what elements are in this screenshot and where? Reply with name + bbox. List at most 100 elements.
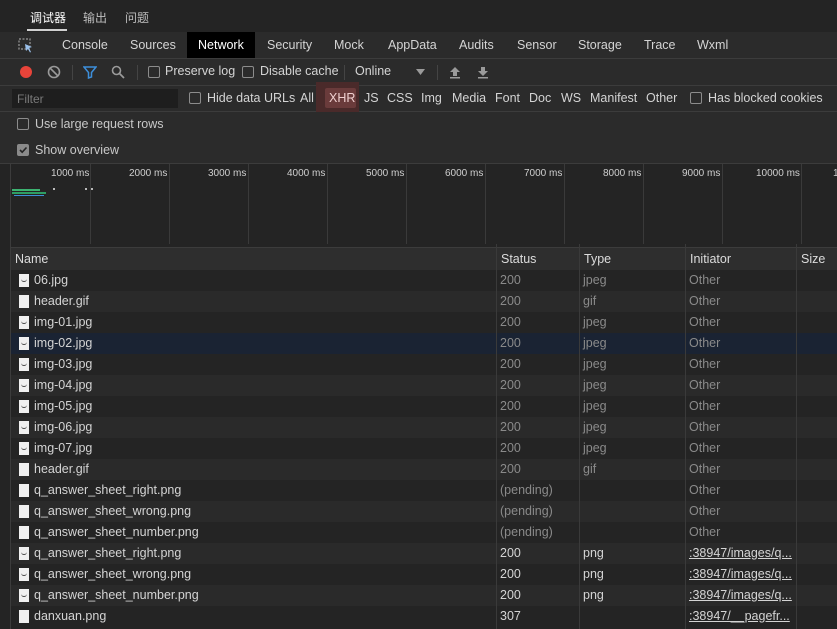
tab-mock[interactable]: Mock — [323, 32, 375, 58]
table-row[interactable]: danxuan.png 307:38947/__pagefr... — [11, 606, 837, 627]
tab-network[interactable]: Network — [187, 32, 255, 58]
filter-type-doc[interactable]: Doc — [529, 91, 551, 105]
cell-type: jpeg — [583, 315, 607, 329]
tab-debugger[interactable]: 调试器 — [30, 9, 66, 26]
cell-status: 200 — [500, 315, 521, 329]
filter-type-media[interactable]: Media — [452, 91, 486, 105]
tab-problems[interactable]: 问题 — [125, 9, 149, 26]
filter-icon[interactable] — [83, 65, 97, 79]
inspect-element-icon[interactable] — [18, 38, 34, 53]
cell-status: (pending) — [500, 483, 553, 497]
preserve-log-checkbox[interactable] — [148, 66, 160, 78]
image-file-icon — [19, 568, 29, 581]
cell-initiator: Other — [689, 399, 721, 413]
tab-sources[interactable]: Sources — [119, 32, 187, 58]
column-size[interactable]: Size — [796, 248, 837, 271]
overview-tick: 1 — [833, 168, 837, 179]
cell-name: img-05.jpg — [34, 399, 93, 413]
table-row[interactable]: header.gif 200 gif Other — [11, 291, 837, 312]
cell-initiator[interactable]: :38947/images/q... — [685, 564, 796, 585]
cell-name: img-07.jpg — [34, 441, 93, 455]
tab-wxml[interactable]: Wxml — [686, 32, 739, 58]
overview-gridline — [406, 164, 407, 244]
filter-type-manifest[interactable]: Manifest — [590, 91, 637, 105]
throttling-select[interactable]: Online — [355, 64, 391, 78]
cell-status: 200 — [500, 399, 521, 413]
tab-security[interactable]: Security — [256, 32, 323, 58]
tab-appdata[interactable]: AppData — [377, 32, 448, 58]
cell-type — [579, 480, 685, 501]
table-row[interactable]: img-02.jpg 200 jpeg Other — [11, 333, 837, 354]
requests-table: Name Status Type Initiator Size 06.jpg 20… — [10, 244, 837, 629]
table-row[interactable]: 06.jpg 200 jpeg Other — [11, 270, 837, 291]
filter-type-img[interactable]: Img — [421, 91, 442, 105]
record-icon[interactable] — [19, 65, 33, 79]
filter-type-all[interactable]: All — [300, 91, 314, 105]
cell-initiator: Other — [689, 525, 721, 539]
overview-gridline — [169, 164, 170, 244]
tab-storage[interactable]: Storage — [567, 32, 633, 58]
table-row[interactable]: img-07.jpg 200 jpeg Other — [11, 438, 837, 459]
cell-status: 200 — [500, 588, 521, 602]
table-row[interactable]: img-03.jpg 200 jpeg Other — [11, 354, 837, 375]
column-status[interactable]: Status — [496, 248, 579, 271]
table-row[interactable]: img-06.jpg 200 jpeg Other — [11, 417, 837, 438]
filter-type-css[interactable]: CSS — [387, 91, 413, 105]
table-row[interactable]: q_answer_sheet_right.png (pending) Other — [11, 480, 837, 501]
image-file-icon — [19, 400, 29, 413]
table-row[interactable]: q_answer_sheet_wrong.png 200 png:38947/ima… — [11, 564, 837, 585]
filter-type-other[interactable]: Other — [646, 91, 677, 105]
import-har-icon[interactable] — [448, 65, 462, 79]
blocked-cookies-checkbox[interactable] — [690, 92, 702, 104]
toolbar-divider — [437, 65, 438, 80]
overview-gridline — [327, 164, 328, 244]
show-overview-label: Show overview — [35, 143, 120, 157]
chevron-down-icon[interactable] — [416, 69, 425, 76]
column-name[interactable]: Name — [11, 248, 496, 271]
table-row[interactable]: q_answer_sheet_number.png (pending) Other — [11, 522, 837, 543]
table-row[interactable]: img-05.jpg 200 jpeg Other — [11, 396, 837, 417]
cell-initiator[interactable]: :38947/images/q... — [685, 585, 796, 606]
cell-initiator: Other — [689, 504, 721, 518]
table-row[interactable]: q_answer_sheet_wrong.png (pending) Other — [11, 501, 837, 522]
export-har-icon[interactable] — [476, 65, 490, 79]
show-overview-checkbox[interactable] — [17, 144, 29, 156]
overview-marker — [91, 188, 93, 190]
column-divider — [579, 244, 580, 629]
column-initiator[interactable]: Initiator — [685, 248, 796, 271]
filter-type-ws[interactable]: WS — [561, 91, 581, 105]
table-row[interactable]: header.gif 200 gif Other — [11, 459, 837, 480]
cell-initiator[interactable]: :38947/images/q... — [685, 543, 796, 564]
cell-initiator: Other — [689, 483, 721, 497]
tab-sensor[interactable]: Sensor — [506, 32, 568, 58]
image-file-icon — [19, 358, 29, 371]
table-row[interactable]: q_answer_sheet_right.png 200 png:38947/ima… — [11, 543, 837, 564]
tab-trace[interactable]: Trace — [633, 32, 687, 58]
cell-initiator: Other — [689, 273, 721, 287]
top-tab-bar: 调试器 输出 问题 — [0, 0, 837, 32]
table-row[interactable]: img-01.jpg 200 jpeg Other — [11, 312, 837, 333]
filter-type-font[interactable]: Font — [495, 91, 520, 105]
filter-input[interactable] — [12, 89, 178, 108]
overview-tick: 2000 ms — [129, 168, 168, 179]
disable-cache-checkbox[interactable] — [242, 66, 254, 78]
preserve-log-label: Preserve log — [165, 64, 236, 78]
search-icon[interactable] — [111, 65, 125, 79]
image-file-icon — [19, 379, 29, 392]
cell-initiator[interactable]: :38947/__pagefr... — [685, 606, 796, 627]
column-type[interactable]: Type — [579, 248, 685, 271]
filter-type-xhr[interactable]: XHR — [329, 91, 355, 105]
cell-status: 307 — [500, 609, 521, 623]
tab-console[interactable]: Console — [51, 32, 119, 58]
hide-data-urls-checkbox[interactable] — [189, 92, 201, 104]
table-row[interactable]: img-04.jpg 200 jpeg Other — [11, 375, 837, 396]
large-rows-checkbox[interactable] — [17, 118, 29, 130]
network-overview[interactable]: 1000 ms 2000 ms 3000 ms 4000 ms 5000 ms … — [10, 164, 837, 244]
cell-initiator: Other — [689, 462, 721, 476]
tab-output[interactable]: 输出 — [83, 9, 107, 26]
filter-type-js[interactable]: JS — [364, 91, 379, 105]
tab-audits[interactable]: Audits — [448, 32, 505, 58]
table-row[interactable]: q_answer_sheet_number.png 200 png:38947/im… — [11, 585, 837, 606]
clear-icon[interactable] — [47, 65, 61, 79]
cell-initiator: Other — [689, 441, 721, 455]
